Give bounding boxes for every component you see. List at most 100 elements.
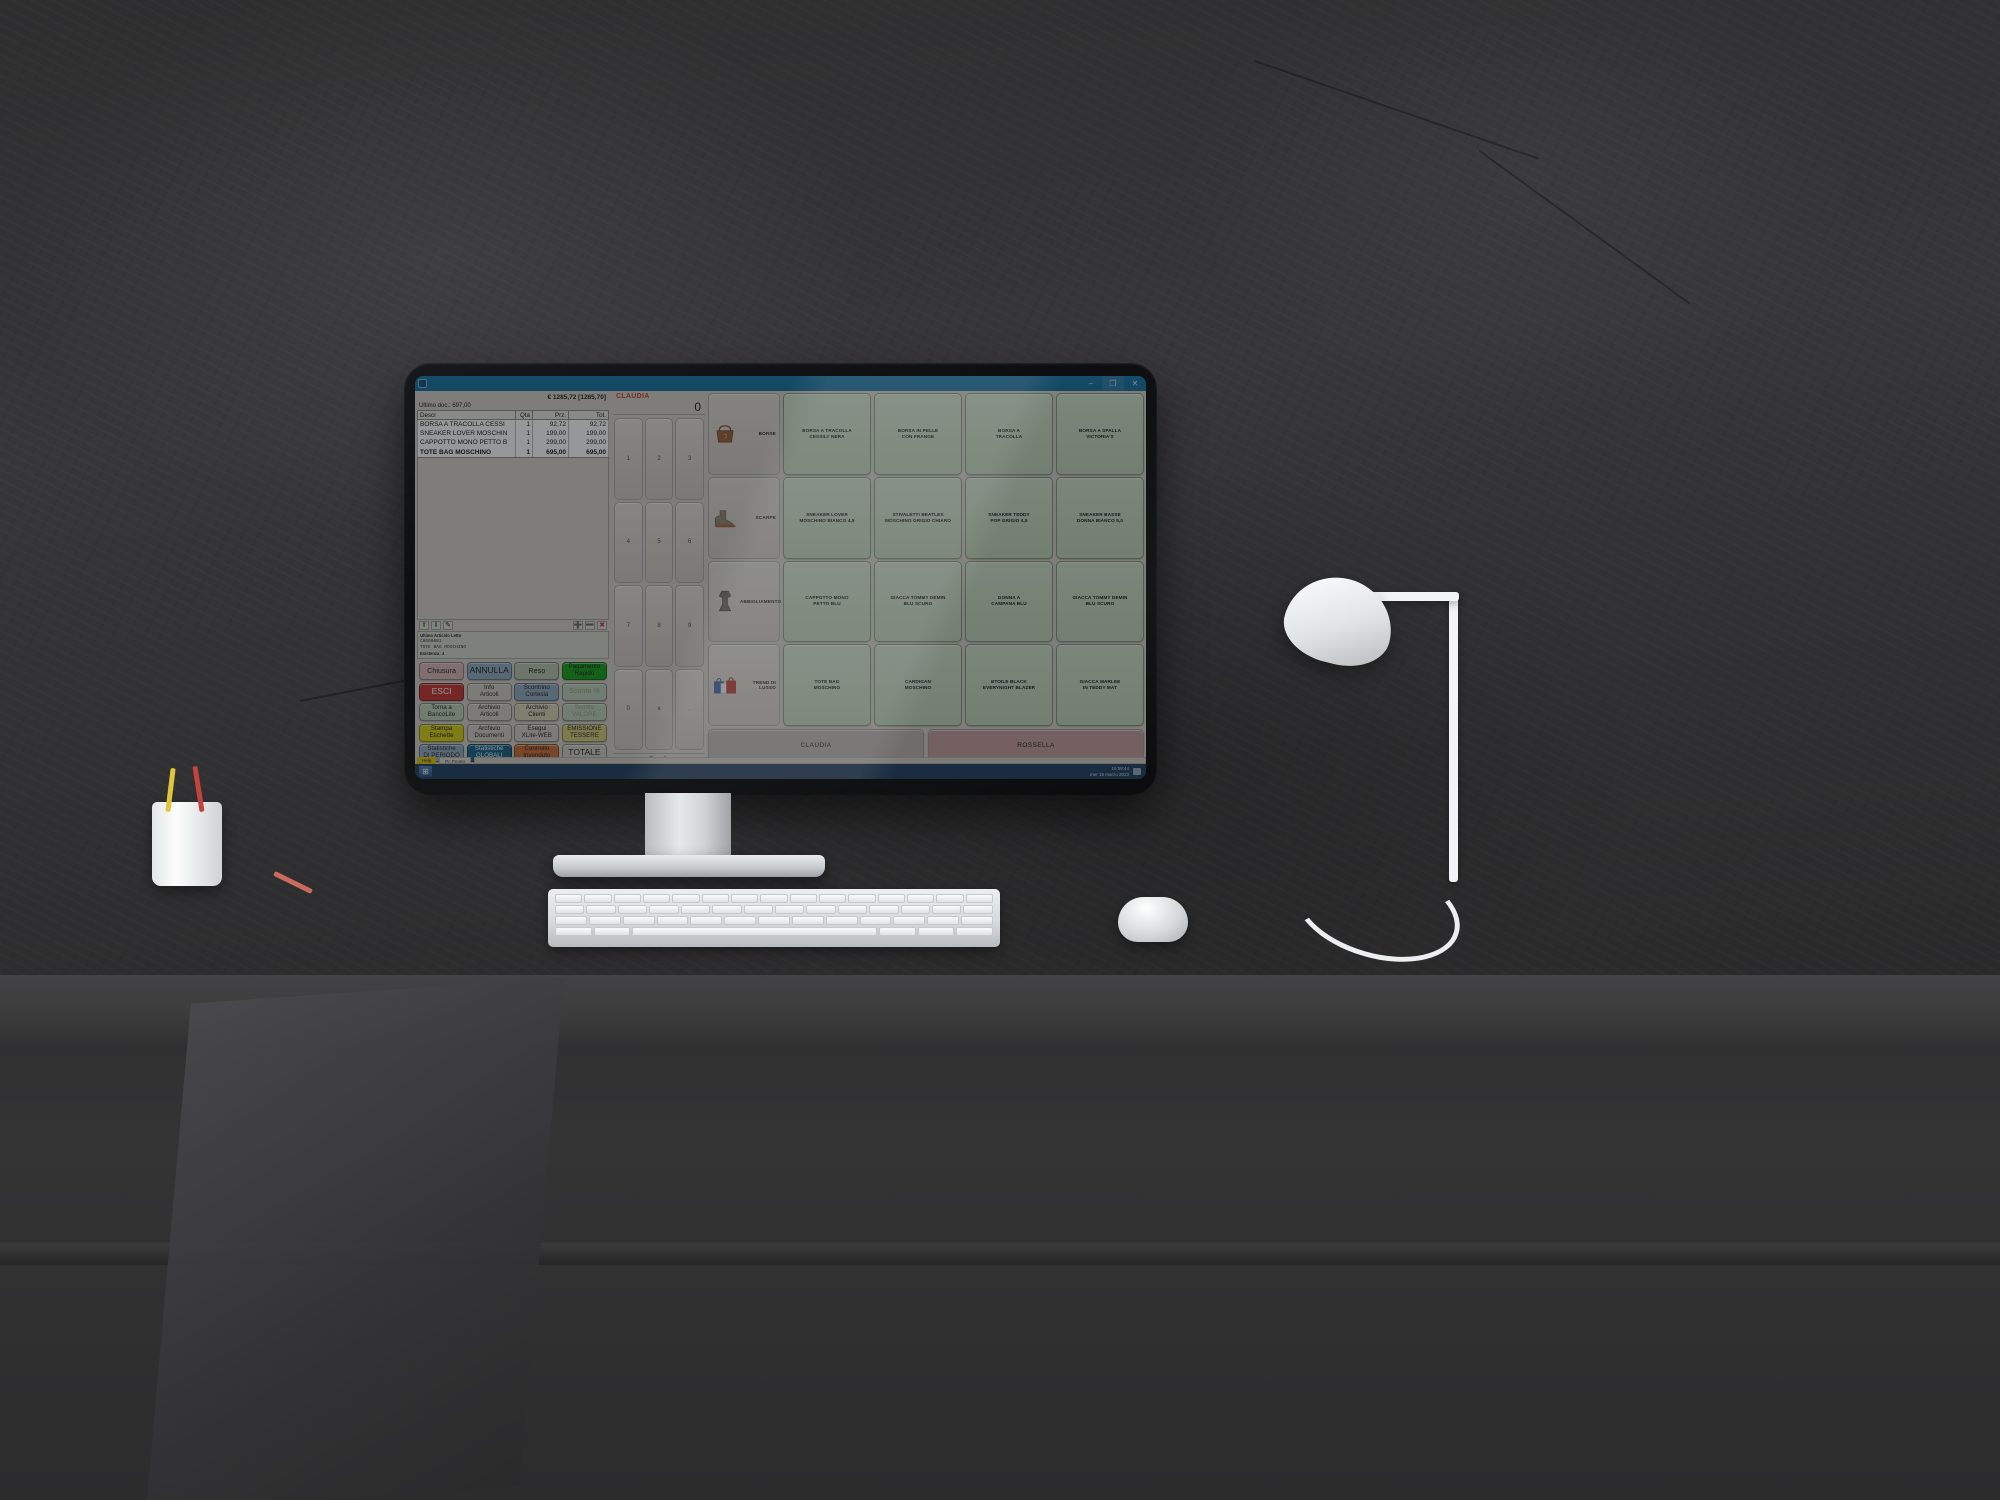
table-row[interactable]: TOTE BAG MOSCHINO 1 695,00 695,00 <box>417 447 609 458</box>
category-borse[interactable]: BORSE <box>708 393 780 475</box>
key-7[interactable]: 7 <box>614 585 643 667</box>
scene: – ❐ ✕ € 1285,72 [1285,70] Ultimo doc.: 6… <box>0 0 2000 1500</box>
esci-button[interactable]: ESCI <box>419 682 465 701</box>
items-table[interactable]: Descr Qta Prz. Tot. BORSA A TRACOLLA CES… <box>417 410 609 458</box>
product-tile[interactable]: GIACCA TOMMY DEMIN BLU SCURO <box>874 560 962 643</box>
product-tile[interactable]: BORSA A TRACOLLA CESSILY NERA <box>783 393 871 475</box>
add-icon[interactable]: ➕ <box>573 620 583 630</box>
items-toolbar: ⬆ ⬇ ✎ ➕ ➖ ✖ <box>417 620 609 631</box>
col-descr: Descr <box>417 410 516 420</box>
pos-application: € 1285,72 [1285,70] Ultimo doc.: 697,00 … <box>415 391 1146 764</box>
move-down-icon[interactable]: ⬇ <box>431 620 441 630</box>
col-prz: Prz. <box>532 410 569 420</box>
category-label: SCARPE <box>755 515 776 521</box>
chiusura-button[interactable]: Chiusura <box>419 662 465 680</box>
col-tot: Tot. <box>568 410 609 420</box>
action-button-grid: Chiusura ANNULLA Reso Pagamento Rapido E… <box>417 659 609 764</box>
key-2[interactable]: 2 <box>644 418 674 500</box>
category-label: BORSE <box>758 431 776 437</box>
table-row[interactable]: SNEAKER LOVER MOSCHIN 1 199,00 199,00 <box>417 428 609 439</box>
delete-icon[interactable]: ✖ <box>597 620 607 630</box>
product-tile[interactable]: TOTE BAG MOSCHINO <box>783 644 871 726</box>
key-3[interactable]: 3 <box>675 418 704 500</box>
menu-strip-filler <box>474 756 1146 764</box>
last-item-info: Ultimo Articolo Letto C0000081 TOTE BAG … <box>417 630 609 659</box>
esegui-xlite-web-button[interactable]: Esegui XLite-WEB <box>514 723 560 742</box>
product-tile[interactable]: SNEAKER TEDDY POP GRIGIO 4,5 <box>965 476 1053 559</box>
key-9[interactable]: 9 <box>675 585 704 667</box>
key-multiply[interactable]: x <box>644 668 674 750</box>
product-row: ABBIGLIAMENTO CAPPOTTO MONO PETTO BLU GI… <box>708 560 1144 643</box>
cell-prz: 92,72 <box>532 419 569 429</box>
keypad-display: 0 <box>613 400 705 415</box>
emissione-tessere-button[interactable]: EMISSIONE TESSERE <box>561 723 607 742</box>
archivio-documenti-button[interactable]: Archivio Documenti <box>466 723 512 742</box>
product-row: TREND DI LUSSO TOTE BAG MOSCHINO CARDIGA… <box>708 644 1144 726</box>
cell-tot: 92,72 <box>568 419 609 429</box>
receipt-panel: € 1285,72 [1285,70] Ultimo doc.: 697,00 … <box>415 391 611 764</box>
annulla-button[interactable]: ANNULLA <box>466 662 512 680</box>
reso-button[interactable]: Reso <box>514 662 560 680</box>
table-row[interactable]: BORSA A TRACOLLA CESSI 1 92,72 92,72 <box>417 419 609 429</box>
product-tile[interactable]: GIACCA MARLEE IN TEDDY MAT <box>1056 644 1144 726</box>
archivio-clienti-button[interactable]: Archivio Clienti <box>514 703 560 721</box>
cell-tot: 299,00 <box>568 438 609 448</box>
cell-descr: TOTE BAG MOSCHINO <box>417 447 516 458</box>
product-tile[interactable]: ETOILE BLACK EVERYNIGHT BLAZER <box>965 644 1053 726</box>
items-empty-area <box>417 457 609 620</box>
maximize-button[interactable]: ❐ <box>1102 376 1124 391</box>
category-label: TREND DI LUSSO <box>752 680 776 691</box>
window-controls: – ❐ ✕ <box>1080 376 1146 391</box>
remove-icon[interactable]: ➖ <box>585 620 595 630</box>
product-tile[interactable]: SNEAKER BASSE DONNA BIANCO 5,0 <box>1056 476 1144 559</box>
table-row[interactable]: CAPPOTTO MONO PETTO B 1 299,00 299,00 <box>417 438 609 448</box>
stampa-etichette-button[interactable]: Stampa Etichette <box>419 723 465 742</box>
product-tile[interactable]: GIACCA TOMMY DEMIN BLU SCURO <box>1056 560 1144 643</box>
help-menu-item[interactable]: Help <box>417 756 437 764</box>
product-tile[interactable]: STIVALETTI BEATLES MOSCHINO GRIGIO CHIAR… <box>874 476 962 559</box>
product-tile[interactable]: BORSA IN PELLE CON FRANGE <box>874 393 962 475</box>
app-menu-strip: Help Pc Pronto <box>415 756 1146 764</box>
start-button[interactable]: ⊞ <box>419 766 432 777</box>
category-scarpe[interactable]: SCARPE <box>708 476 780 559</box>
keyboard[interactable] <box>548 889 1000 947</box>
app-icon <box>418 379 427 388</box>
category-abbigliamento[interactable]: ABBIGLIAMENTO <box>708 560 781 643</box>
archivio-articoli-button[interactable]: Archivio Articoli <box>466 703 512 721</box>
table-header-row: Descr Qta Prz. Tot. <box>417 410 609 420</box>
product-tile[interactable]: GONNA A CAMPANA BLU <box>965 560 1053 643</box>
pc-status-item: Pc Pronto <box>439 756 472 764</box>
key-0[interactable]: 0 <box>614 668 643 750</box>
product-tile[interactable]: SNEAKER LOVER MOSCHINO BIANCO 4,5 <box>783 476 871 559</box>
key-1[interactable]: 1 <box>614 418 643 500</box>
product-tile[interactable]: BORSA A TRACOLLA <box>965 393 1053 475</box>
product-row: SCARPE SNEAKER LOVER MOSCHINO BIANCO 4,5… <box>708 476 1144 559</box>
info-articoli-button[interactable]: Info Articoli <box>466 682 512 701</box>
clock[interactable]: 15:58:44 mer 15 marzo 2023 <box>1090 766 1129 777</box>
minimize-button[interactable]: – <box>1080 376 1102 391</box>
key-4[interactable]: 4 <box>614 501 643 583</box>
cell-qta: 1 <box>515 438 533 448</box>
product-tile[interactable]: CAPPOTTO MONO PETTO BLU <box>783 560 871 643</box>
key-5[interactable]: 5 <box>644 501 674 583</box>
dress-icon <box>712 588 738 614</box>
pagamento-rapido-button[interactable]: Pagamento Rapido <box>561 662 607 680</box>
cell-descr: CAPPOTTO MONO PETTO B <box>417 438 516 448</box>
close-button[interactable]: ✕ <box>1124 376 1146 391</box>
floor-panel <box>145 977 565 1500</box>
key-decimal[interactable]: . <box>675 668 704 750</box>
move-up-icon[interactable]: ⬆ <box>419 620 429 630</box>
last-document-label: Ultimo doc.: 697,00 <box>419 403 471 409</box>
torna-bancolite-button[interactable]: Torna a BancoLite <box>419 703 465 721</box>
screen: – ❐ ✕ € 1285,72 [1285,70] Ultimo doc.: 6… <box>415 376 1146 779</box>
key-8[interactable]: 8 <box>644 585 674 667</box>
edit-icon[interactable]: ✎ <box>443 620 453 630</box>
product-tile[interactable]: CARDIGAN MOSCHINO <box>874 644 962 726</box>
key-6[interactable]: 6 <box>675 501 704 583</box>
category-trend-di-lusso[interactable]: TREND DI LUSSO <box>708 644 780 726</box>
system-tray: 15:58:44 mer 15 marzo 2023 <box>1090 766 1146 777</box>
tray-network-icon[interactable] <box>1133 768 1141 775</box>
product-tile[interactable]: BORSA A SPALLA VICTORIA'S <box>1056 393 1144 475</box>
mouse[interactable] <box>1118 897 1188 942</box>
scontrino-cortesia-button[interactable]: Scontrino Cortesia <box>514 682 560 701</box>
